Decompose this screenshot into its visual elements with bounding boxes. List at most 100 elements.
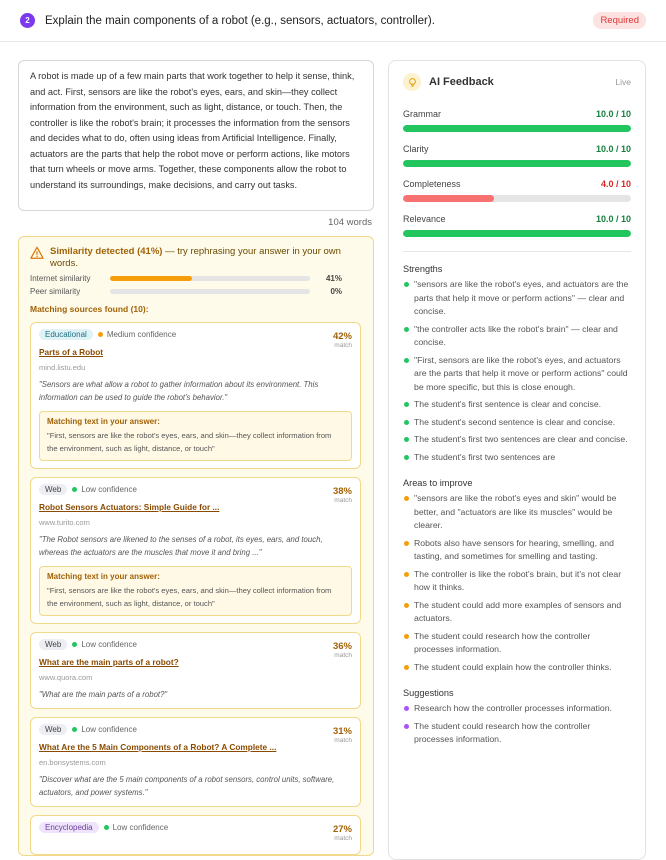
matching-text-header: Matching text in your answer: (47, 417, 160, 426)
word-count: 104 words (328, 217, 372, 228)
match-percent: 42% (332, 331, 352, 342)
source-domain: www.turito.com (39, 518, 90, 527)
strengths-list: "sensors are like the robot's eyes, and … (403, 278, 631, 464)
confidence-label: Low confidence (81, 485, 137, 494)
source-type-badge: Educational (39, 329, 93, 340)
metric-bar-fill (403, 195, 495, 202)
metric-completeness: Completeness 4.0 / 10 (403, 179, 631, 202)
internet-similarity-label: Internet similarity (30, 274, 91, 283)
strength-item: The student's first sentence is clear an… (403, 398, 631, 412)
source-domain: mind.listu.edu (39, 363, 86, 372)
strength-item: The student's first two sentences are cl… (403, 433, 631, 447)
confidence-label: Low confidence (81, 725, 137, 734)
metric-value: 10.0 / 10 (595, 109, 631, 119)
source-title-link[interactable]: What are the main parts of a robot? (39, 657, 352, 667)
internet-similarity-bar (110, 276, 310, 281)
question-header: 2 Explain the main components of a robot… (0, 0, 666, 42)
metric-clarity: Clarity 10.0 / 10 (403, 144, 631, 167)
match-percent: 36% (332, 641, 352, 652)
peer-similarity-value: 0% (330, 287, 342, 296)
matching-text-box: Matching text in your answer: "First, se… (39, 566, 352, 616)
confidence-label: Low confidence (112, 823, 169, 832)
metric-label: Grammar (403, 109, 441, 119)
lightbulb-icon (403, 73, 421, 91)
metric-value: 10.0 / 10 (595, 144, 631, 154)
match-label: match (334, 652, 352, 659)
metric-label: Completeness (403, 179, 461, 189)
strength-item: "sensors are like the robot's eyes, and … (403, 278, 631, 319)
source-quote: "The Robot sensors are likened to the se… (39, 535, 323, 557)
source-quote: "Sensors are what allow a robot to gathe… (39, 380, 319, 402)
source-card: Educational Medium confidence 42% match P… (30, 322, 361, 469)
divider (403, 251, 631, 252)
suggestions-list: Research how the controller processes in… (403, 702, 631, 747)
source-title-link[interactable]: Parts of a Robot (39, 347, 352, 357)
source-title-link[interactable]: What Are the 5 Main Components of a Robo… (39, 742, 352, 752)
matching-sources-header: Matching sources found (10): (30, 304, 149, 314)
metric-bar-fill (403, 230, 631, 237)
warning-icon (30, 246, 44, 259)
answer-textarea[interactable]: A robot is made up of a few main parts t… (18, 60, 374, 211)
matching-text: "First, sensors are like the robot's eye… (47, 586, 332, 608)
source-type-badge: Web (39, 639, 68, 650)
confidence-label: Low confidence (81, 640, 137, 649)
metric-grammar: Grammar 10.0 / 10 (403, 109, 631, 132)
required-badge: Required (593, 12, 646, 29)
source-quote: "Discover what are the 5 main components… (39, 775, 335, 797)
question-number: 2 (20, 13, 35, 28)
source-type-badge: Web (39, 484, 68, 495)
match-label: match (334, 342, 352, 349)
peer-similarity-label: Peer similarity (30, 287, 81, 296)
source-card: Encyclopedia Low confidence 27% match (30, 815, 361, 855)
peer-similarity-bar (110, 289, 310, 294)
internet-similarity-value: 41% (325, 274, 342, 283)
metric-relevance: Relevance 10.0 / 10 (403, 214, 631, 237)
improve-item: The student could add more examples of s… (403, 599, 631, 626)
ai-feedback-panel: AI Feedback Live Grammar 10.0 / 10 Clarity… (388, 60, 646, 860)
internet-similarity-row: Internet similarity 41% (30, 274, 361, 283)
metric-label: Clarity (403, 144, 429, 154)
match-percent: 38% (332, 486, 352, 497)
similarity-title: Similarity detected (41%) — try rephrasi… (30, 246, 361, 270)
improve-item: "sensors are like the robot's eyes and s… (403, 492, 631, 533)
source-card: Web Low confidence 38% match Robot Sensor… (30, 477, 361, 624)
source-domain: www.quora.com (39, 673, 93, 682)
match-label: match (334, 737, 352, 744)
metric-bar-fill (403, 125, 631, 132)
improve-header: Areas to improve (403, 478, 473, 488)
similarity-percent-label: Similarity detected (41%) (50, 246, 163, 257)
strength-item: The student's second sentence is clear a… (403, 416, 631, 430)
answer-column: A robot is made up of a few main parts t… (18, 60, 374, 856)
strength-item: "First, sensors are like the robot's eye… (403, 354, 631, 395)
improve-item: The controller is like the robot's brain… (403, 568, 631, 595)
confidence-dot (72, 487, 78, 492)
confidence-dot (103, 825, 109, 830)
metric-label: Relevance (403, 214, 446, 224)
confidence-label: Medium confidence (106, 330, 177, 339)
suggestion-item: The student could research how the contr… (403, 720, 631, 747)
confidence-dot (72, 727, 78, 732)
metric-bar (403, 125, 631, 132)
peer-similarity-row: Peer similarity 0% (30, 287, 361, 296)
source-card: Web Low confidence 36% match What are the… (30, 632, 361, 709)
metric-bar (403, 230, 631, 237)
matching-text: "First, sensors are like the robot's eye… (47, 431, 332, 453)
metric-value: 10.0 / 10 (595, 214, 631, 224)
strength-item: The student's first two sentences are (403, 451, 631, 465)
source-title-link[interactable]: Robot Sensors Actuators: Simple Guide fo… (39, 502, 352, 512)
match-percent: 27% (332, 824, 352, 835)
source-quote: "What are the main parts of a robot?" (39, 690, 168, 699)
metric-bar (403, 160, 631, 167)
source-type-badge: Web (39, 724, 68, 735)
source-type-badge: Encyclopedia (39, 822, 99, 833)
matching-text-box: Matching text in your answer: "First, se… (39, 411, 352, 461)
internet-similarity-fill (110, 276, 192, 281)
suggestion-item: Research how the controller processes in… (403, 702, 631, 716)
improve-item: The student could explain how the contro… (403, 661, 631, 675)
confidence-dot (97, 332, 103, 337)
matching-text-header: Matching text in your answer: (47, 572, 160, 581)
live-status: Live (615, 77, 631, 87)
metric-bar (403, 195, 631, 202)
source-domain: en.bonsystems.com (39, 758, 106, 767)
improve-item: The student could research how the contr… (403, 630, 631, 657)
